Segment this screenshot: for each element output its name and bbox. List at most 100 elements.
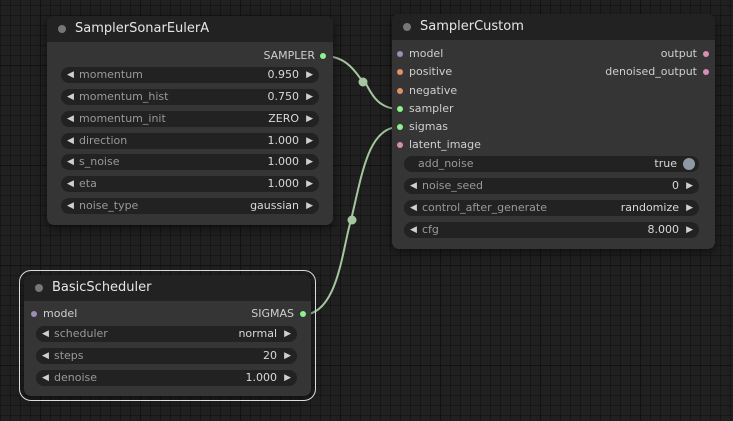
widget-name: momentum: [79, 68, 143, 81]
widget-name: steps: [54, 349, 84, 362]
input-slot-sampler[interactable]: [397, 106, 403, 112]
increment-arrow-icon[interactable]: ▶: [306, 111, 313, 127]
widget-value: true: [654, 157, 677, 170]
node-sampler-custom[interactable]: SamplerCustom model positive negative sa…: [392, 14, 715, 249]
widget-name: control_after_generate: [422, 201, 547, 214]
widget-name: noise_type: [79, 199, 139, 212]
input-slot-latent-image[interactable]: [397, 142, 403, 148]
input-slot-negative[interactable]: [397, 88, 403, 94]
output-slot-denoised-output[interactable]: [703, 69, 709, 75]
widget-momentum-init[interactable]: ◀ momentum_init ZERO ▶: [61, 111, 319, 127]
output-slot-sampler[interactable]: [320, 53, 326, 59]
decrement-arrow-icon[interactable]: ◀: [410, 222, 417, 238]
node-title: BasicScheduler: [52, 280, 152, 295]
widget-name: cfg: [422, 223, 439, 236]
decrement-arrow-icon[interactable]: ◀: [67, 133, 74, 149]
widget-add-noise[interactable]: add_noise true: [404, 156, 699, 172]
input-slot-model[interactable]: [397, 51, 403, 57]
collapse-dot-icon[interactable]: [403, 23, 411, 31]
node-title-bar[interactable]: BasicScheduler: [24, 275, 311, 301]
widget-value: ZERO: [268, 112, 299, 125]
input-label-positive: positive: [409, 65, 453, 78]
increment-arrow-icon[interactable]: ▶: [306, 176, 313, 192]
input-slot-model[interactable]: [31, 311, 37, 317]
increment-arrow-icon[interactable]: ▶: [306, 89, 313, 105]
widget-control-after-generate[interactable]: ◀ control_after_generate randomize ▶: [404, 200, 699, 216]
decrement-arrow-icon[interactable]: ◀: [67, 198, 74, 214]
widget-value: 1.000: [267, 177, 300, 190]
input-label-latent-image: latent_image: [409, 138, 481, 151]
widget-scheduler[interactable]: ◀ scheduler normal ▶: [36, 326, 297, 342]
input-label-sigmas: sigmas: [409, 120, 448, 133]
decrement-arrow-icon[interactable]: ◀: [67, 111, 74, 127]
node-title: SamplerCustom: [420, 19, 524, 34]
node-basic-scheduler[interactable]: BasicScheduler model SIGMAS ◀ scheduler …: [19, 270, 316, 401]
widget-value: gaussian: [250, 199, 299, 212]
widget-noise-seed[interactable]: ◀ noise_seed 0 ▶: [404, 178, 699, 194]
increment-arrow-icon[interactable]: ▶: [686, 200, 693, 216]
link-sigmas-midpoint[interactable]: [347, 215, 357, 225]
widget-name: momentum_init: [79, 112, 166, 125]
widget-name: add_noise: [418, 157, 474, 170]
widget-cfg[interactable]: ◀ cfg 8.000 ▶: [404, 222, 699, 238]
input-label-model: model: [409, 47, 444, 60]
widget-name: scheduler: [54, 327, 108, 340]
collapse-dot-icon[interactable]: [58, 25, 66, 33]
output-label-output: output: [660, 47, 697, 60]
widget-value: 8.000: [647, 223, 680, 236]
node-title-bar[interactable]: SamplerSonarEulerA: [47, 16, 333, 42]
toggle-knob-icon[interactable]: [683, 158, 695, 170]
widget-value: randomize: [620, 201, 679, 214]
widget-steps[interactable]: ◀ steps 20 ▶: [36, 348, 297, 364]
widget-name: noise_seed: [422, 179, 484, 192]
decrement-arrow-icon[interactable]: ◀: [67, 154, 74, 170]
widget-momentum-hist[interactable]: ◀ momentum_hist 0.750 ▶: [61, 89, 319, 105]
widget-s-noise[interactable]: ◀ s_noise 1.000 ▶: [61, 154, 319, 170]
output-label-sampler: SAMPLER: [263, 49, 315, 62]
widget-name: direction: [79, 134, 128, 147]
decrement-arrow-icon[interactable]: ◀: [67, 89, 74, 105]
increment-arrow-icon[interactable]: ▶: [306, 198, 313, 214]
node-sampler-sonar-euler-a[interactable]: SamplerSonarEulerA SAMPLER ◀ momentum 0.…: [47, 16, 333, 225]
output-label-sigmas: SIGMAS: [251, 307, 294, 320]
widget-value: 0.750: [267, 90, 300, 103]
widget-denoise[interactable]: ◀ denoise 1.000 ▶: [36, 370, 297, 386]
widget-momentum[interactable]: ◀ momentum 0.950 ▶: [61, 67, 319, 83]
increment-arrow-icon[interactable]: ▶: [686, 222, 693, 238]
link-sampler-midpoint[interactable]: [358, 77, 368, 87]
widget-value: 1.000: [267, 134, 300, 147]
widget-value: 0.950: [267, 68, 300, 81]
widget-noise-type[interactable]: ◀ noise_type gaussian ▶: [61, 198, 319, 214]
decrement-arrow-icon[interactable]: ◀: [67, 67, 74, 83]
node-title: SamplerSonarEulerA: [75, 21, 210, 36]
increment-arrow-icon[interactable]: ▶: [284, 348, 291, 364]
node-title-bar[interactable]: SamplerCustom: [392, 14, 715, 40]
increment-arrow-icon[interactable]: ▶: [284, 370, 291, 386]
increment-arrow-icon[interactable]: ▶: [306, 67, 313, 83]
increment-arrow-icon[interactable]: ▶: [306, 133, 313, 149]
widget-name: eta: [79, 177, 97, 190]
decrement-arrow-icon[interactable]: ◀: [410, 200, 417, 216]
collapse-dot-icon[interactable]: [35, 284, 43, 292]
increment-arrow-icon[interactable]: ▶: [306, 154, 313, 170]
widget-direction[interactable]: ◀ direction 1.000 ▶: [61, 133, 319, 149]
widget-eta[interactable]: ◀ eta 1.000 ▶: [61, 176, 319, 192]
decrement-arrow-icon[interactable]: ◀: [42, 348, 49, 364]
widget-value: 1.000: [267, 155, 300, 168]
output-slot-output[interactable]: [703, 51, 709, 57]
widget-value: 0: [672, 179, 679, 192]
output-label-denoised-output: denoised_output: [605, 65, 697, 78]
input-slot-sigmas[interactable]: [397, 124, 403, 130]
widget-name: s_noise: [79, 155, 120, 168]
widget-value: 1.000: [245, 371, 278, 384]
decrement-arrow-icon[interactable]: ◀: [410, 178, 417, 194]
input-slot-positive[interactable]: [397, 69, 403, 75]
increment-arrow-icon[interactable]: ▶: [686, 178, 693, 194]
decrement-arrow-icon[interactable]: ◀: [67, 176, 74, 192]
widget-name: denoise: [54, 371, 98, 384]
decrement-arrow-icon[interactable]: ◀: [42, 370, 49, 386]
increment-arrow-icon[interactable]: ▶: [284, 326, 291, 342]
output-slot-sigmas[interactable]: [300, 311, 306, 317]
input-label-model: model: [43, 307, 78, 320]
decrement-arrow-icon[interactable]: ◀: [42, 326, 49, 342]
